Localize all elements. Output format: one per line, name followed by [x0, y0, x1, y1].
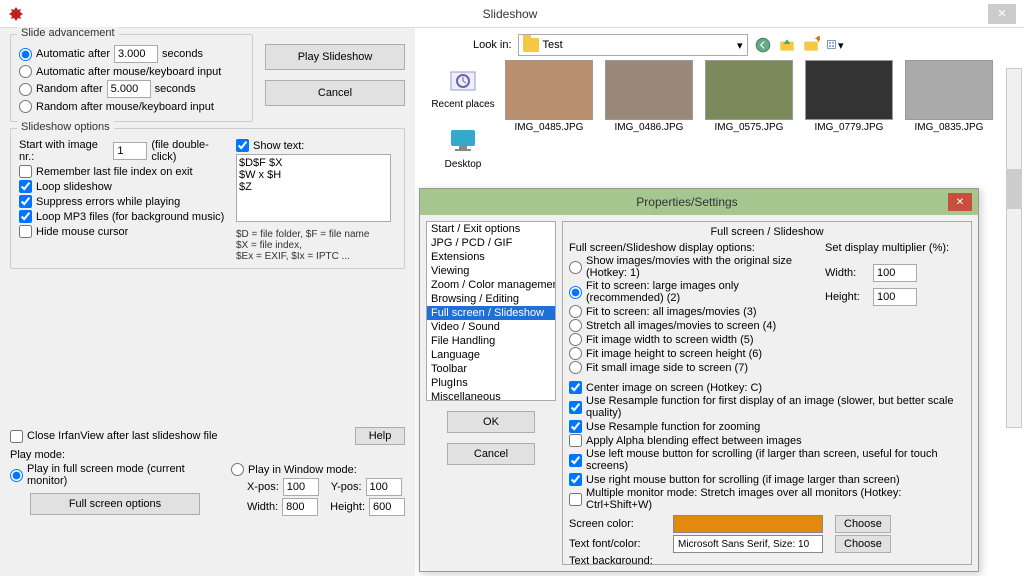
cancel-button[interactable]: Cancel [265, 80, 405, 106]
display-option-check[interactable] [569, 434, 582, 447]
slideshow-options-group: Slideshow options Start with image nr.: … [10, 128, 405, 269]
loop-mp3-check[interactable] [19, 210, 32, 223]
props-nav-item[interactable]: PlugIns [427, 376, 555, 390]
display-option-radio[interactable] [569, 319, 582, 332]
vertical-scrollbar[interactable] [1006, 68, 1022, 428]
close-icon[interactable]: ✕ [988, 4, 1016, 24]
back-icon[interactable] [754, 36, 772, 54]
props-nav-item[interactable]: File Handling [427, 334, 555, 348]
new-folder-icon[interactable]: ✦ [802, 36, 820, 54]
slide-advancement-group: Slide advancement Automatic after second… [10, 34, 253, 122]
props-nav-item[interactable]: Language [427, 348, 555, 362]
props-nav-item[interactable]: Zoom / Color management [427, 278, 555, 292]
file-thumb[interactable]: IMG_0835.JPG [903, 60, 995, 200]
window-mode-radio[interactable] [231, 463, 244, 476]
props-nav-item[interactable]: Full screen / Slideshow [427, 306, 555, 320]
props-cancel-button[interactable]: Cancel [447, 443, 535, 465]
text-legend: $D = file folder, $F = file name $X = fi… [236, 229, 396, 262]
fullscreen-radio[interactable] [10, 469, 23, 482]
app-icon [8, 6, 24, 22]
thumb-label: IMG_0485.JPG [515, 122, 584, 133]
remember-check[interactable] [19, 165, 32, 178]
lookin-combo[interactable]: Test ▾ [518, 34, 748, 56]
file-thumb[interactable]: IMG_0485.JPG [503, 60, 595, 200]
svg-text:✦: ✦ [813, 36, 820, 46]
lookin-label: Look in: [473, 39, 512, 51]
thumb-label: IMG_0835.JPG [915, 122, 984, 133]
props-nav-item[interactable]: Start / Exit options [427, 222, 555, 236]
folder-icon [523, 38, 539, 52]
props-nav-item[interactable]: Toolbar [427, 362, 555, 376]
close-after-check[interactable] [10, 430, 23, 443]
props-nav-list: Start / Exit optionsJPG / PCD / GIFExten… [426, 221, 556, 401]
up-folder-icon[interactable] [778, 36, 796, 54]
xpos-input[interactable] [283, 478, 319, 496]
display-option-radio[interactable] [569, 347, 582, 360]
thumb-label: IMG_0575.JPG [715, 122, 784, 133]
show-text-area[interactable]: $D$F $X $W x $H $Z [236, 154, 391, 222]
display-option-radio[interactable] [569, 261, 582, 274]
winwidth-input[interactable] [282, 498, 318, 516]
thumb-image [705, 60, 793, 120]
screen-color-swatch [673, 515, 823, 533]
play-slideshow-button[interactable]: Play Slideshow [265, 44, 405, 70]
fullscreen-options-button[interactable]: Full screen options [30, 493, 200, 515]
random-after-radio[interactable] [19, 83, 32, 96]
choose-color-button[interactable]: Choose [835, 515, 891, 533]
display-option-radio[interactable] [569, 333, 582, 346]
choose-font-button[interactable]: Choose [835, 535, 891, 553]
display-option-radio[interactable] [569, 286, 582, 299]
display-option-radio[interactable] [569, 305, 582, 318]
thumb-label: IMG_0779.JPG [815, 122, 884, 133]
props-title: Properties/Settings [426, 195, 948, 209]
props-ok-button[interactable]: OK [447, 411, 535, 433]
thumb-image [805, 60, 893, 120]
display-option-check[interactable] [569, 401, 582, 414]
thumb-label: IMG_0486.JPG [615, 122, 684, 133]
props-nav-item[interactable]: Extensions [427, 250, 555, 264]
desktop-place[interactable]: Desktop [445, 124, 482, 170]
recent-places[interactable]: Recent places [431, 64, 494, 110]
auto-after-radio[interactable] [19, 48, 32, 61]
thumb-image [505, 60, 593, 120]
play-mode-label: Play mode: [10, 449, 405, 461]
file-thumb[interactable]: IMG_0486.JPG [603, 60, 695, 200]
display-option-check[interactable] [569, 493, 582, 506]
hide-cursor-check[interactable] [19, 225, 32, 238]
props-heading: Full screen / Slideshow [569, 226, 965, 238]
auto-after-input[interactable] [114, 45, 158, 63]
thumb-image [605, 60, 693, 120]
file-thumb[interactable]: IMG_0575.JPG [703, 60, 795, 200]
display-option-check[interactable] [569, 473, 582, 486]
auto-mouse-radio[interactable] [19, 65, 32, 78]
mult-width-input[interactable] [873, 264, 917, 282]
chevron-down-icon: ▾ [737, 39, 743, 52]
display-option-check[interactable] [569, 381, 582, 394]
mult-height-input[interactable] [873, 288, 917, 306]
help-button[interactable]: Help [355, 427, 405, 445]
random-mouse-radio[interactable] [19, 100, 32, 113]
props-nav-item[interactable]: JPG / PCD / GIF [427, 236, 555, 250]
file-thumb[interactable]: IMG_0779.JPG [803, 60, 895, 200]
window-title: Slideshow [32, 7, 988, 21]
props-close-icon[interactable]: ✕ [948, 193, 972, 211]
props-nav-item[interactable]: Miscellaneous [427, 390, 555, 401]
display-option-check[interactable] [569, 420, 582, 433]
display-option-check[interactable] [569, 454, 582, 467]
thumb-image [905, 60, 993, 120]
props-nav-item[interactable]: Video / Sound [427, 320, 555, 334]
winheight-input[interactable] [369, 498, 405, 516]
properties-dialog: Properties/Settings ✕ Start / Exit optio… [419, 188, 979, 572]
display-option-radio[interactable] [569, 361, 582, 374]
view-menu-icon[interactable]: ▾ [826, 36, 844, 54]
suppress-check[interactable] [19, 195, 32, 208]
loop-check[interactable] [19, 180, 32, 193]
font-display: Microsoft Sans Serif, Size: 10 [673, 535, 823, 553]
props-nav-item[interactable]: Viewing [427, 264, 555, 278]
show-text-check[interactable] [236, 139, 249, 152]
start-image-input[interactable] [113, 142, 147, 160]
random-after-input[interactable] [107, 80, 151, 98]
props-nav-item[interactable]: Browsing / Editing [427, 292, 555, 306]
ypos-input[interactable] [366, 478, 402, 496]
